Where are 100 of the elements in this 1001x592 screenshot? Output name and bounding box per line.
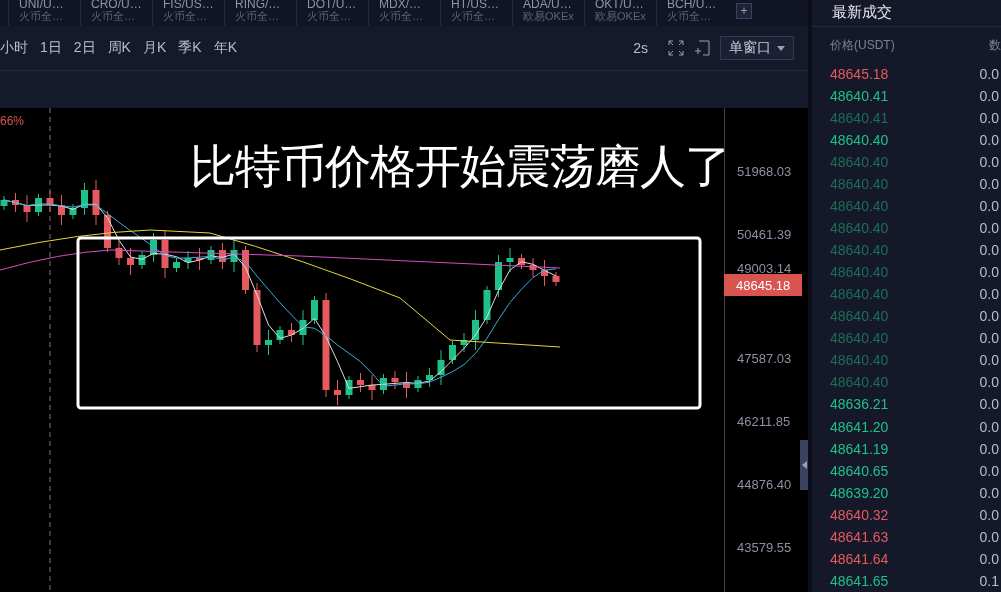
refresh-interval-button[interactable]: 2s xyxy=(627,39,654,57)
price-change: 66% xyxy=(0,114,25,128)
trade-quantity: 0.0 xyxy=(979,109,999,126)
market-tab[interactable]: DOT/U… 火币全… xyxy=(296,0,368,26)
trade-price: 48645.18 xyxy=(830,65,889,82)
trade-price: 48641.64 xyxy=(830,550,889,567)
candlestick xyxy=(207,245,215,265)
market-tab[interactable]: HT/US… 火币全… xyxy=(440,0,512,26)
candlestick xyxy=(426,367,433,388)
candlestick xyxy=(495,254,502,298)
market-tab[interactable]: CRO/U… 火币全… xyxy=(80,0,152,26)
interval-button[interactable]: 年K xyxy=(207,39,243,57)
price-axis-label: 47587.03 xyxy=(737,351,792,366)
candlestick xyxy=(115,240,123,266)
market-tab[interactable]: RING/… 火币全… xyxy=(224,0,296,26)
pair-name: FIS/US… xyxy=(163,0,215,10)
interval-button[interactable]: 周K xyxy=(101,39,137,57)
market-tab[interactable]: MDX/… 火币全… xyxy=(368,0,440,26)
candlestick xyxy=(173,257,180,273)
pair-name: RING/… xyxy=(235,0,282,10)
trade-price: 48640.65 xyxy=(830,462,889,479)
candlestick xyxy=(414,375,422,393)
window-mode-dropdown[interactable]: 单窗口 xyxy=(720,36,794,60)
trade-quantity: 0.0 xyxy=(979,374,999,391)
interval-button[interactable]: 月K xyxy=(136,39,173,57)
candlestick xyxy=(150,232,157,263)
column-header: 数 xyxy=(989,36,1001,54)
candlestick xyxy=(0,195,8,211)
trade-quantity: 0.0 xyxy=(979,65,999,82)
trade-price: 48640.40 xyxy=(830,176,889,192)
trade-price: 48640.40 xyxy=(830,153,889,170)
trade-quantity: 0.0 xyxy=(979,286,999,303)
candlestick xyxy=(529,257,537,278)
exchange-name: 火币全… xyxy=(19,10,64,22)
pair-name: BCH/U… xyxy=(667,0,718,10)
trade-quantity: 0.0 xyxy=(979,484,999,501)
candlestick xyxy=(276,325,284,345)
add-window-icon[interactable] xyxy=(694,40,710,56)
candlestick xyxy=(345,375,353,400)
last-price-tag: 48645.18 xyxy=(724,274,802,296)
trade-quantity: 0.0 xyxy=(979,396,999,413)
candlestick xyxy=(92,179,100,226)
interval-button[interactable]: 小时 xyxy=(0,39,34,57)
candlestick xyxy=(35,193,42,217)
exchange-name: 火币全… xyxy=(235,10,280,22)
candlestick xyxy=(311,295,318,325)
price-axis-label: 43579.55 xyxy=(737,540,792,555)
candlestick xyxy=(506,247,514,273)
trade-price: 48640.32 xyxy=(830,506,889,523)
trade-quantity: 0.0 xyxy=(979,87,999,104)
interval-button[interactable]: 季K xyxy=(172,39,208,57)
trade-quantity: 0.0 xyxy=(979,418,999,435)
candlestick xyxy=(196,247,203,271)
candlestick xyxy=(368,374,376,401)
exchange-name: 火币全… xyxy=(163,10,208,22)
trade-price: 48640.41 xyxy=(830,87,889,104)
exchange-name: 火币全… xyxy=(307,10,352,22)
candlestick xyxy=(334,379,341,406)
collapse-handle[interactable] xyxy=(800,440,808,490)
price-axis-label: 46211.85 xyxy=(737,414,791,429)
pair-name: OKT/U… xyxy=(595,0,645,10)
trade-quantity: 0.1 xyxy=(979,572,999,589)
add-tab-button[interactable]: + xyxy=(736,3,752,19)
trade-price: 48640.40 xyxy=(830,131,889,148)
trade-price: 48640.41 xyxy=(830,109,889,126)
price-axis-label: 50461.39 xyxy=(737,227,792,242)
fullscreen-icon[interactable] xyxy=(668,40,684,56)
trade-price: 48640.40 xyxy=(830,286,889,303)
trade-price: 48640.40 xyxy=(830,330,889,347)
candlestick xyxy=(81,182,88,216)
candlestick xyxy=(219,242,226,270)
exchange-name: 火币全… xyxy=(379,10,424,22)
candlestick xyxy=(253,282,261,353)
trade-price: 48640.40 xyxy=(830,374,889,391)
trade-price: 48640.40 xyxy=(830,352,889,369)
trade-quantity: 0.0 xyxy=(979,176,999,192)
candlestick xyxy=(161,229,169,279)
trade-quantity: 0.0 xyxy=(979,264,999,281)
price-axis-label: 51968.03 xyxy=(737,164,792,179)
candlestick xyxy=(403,371,410,399)
trade-quantity: 0.0 xyxy=(979,198,999,215)
interval-button[interactable]: 2日 xyxy=(67,39,102,57)
candlestick xyxy=(127,247,134,276)
market-tab[interactable]: BCH/U… 火币全… xyxy=(656,0,728,26)
trade-quantity: 0.0 xyxy=(979,528,999,545)
market-tab[interactable]: OKT/U… 欧易OKEx xyxy=(584,0,656,26)
market-tab[interactable]: FIS/US… 火币全… xyxy=(152,0,224,26)
trade-price: 48636.21 xyxy=(830,396,889,413)
trade-quantity: 0.0 xyxy=(979,440,999,457)
caption-text: 比特币价格开始震荡磨人了 xyxy=(190,139,730,194)
panel-title: 最新成交 xyxy=(812,0,1001,28)
candlestick xyxy=(483,285,491,325)
market-tab[interactable]: ADA/U… 欧易OKEx xyxy=(512,0,584,26)
interval-button[interactable]: 1日 xyxy=(34,39,68,57)
market-tab[interactable]: UNI/U… 火币全… xyxy=(8,0,80,26)
column-header: 价格(USDT) xyxy=(830,36,895,54)
trade-quantity: 0.0 xyxy=(979,242,999,259)
candlestick xyxy=(288,322,295,343)
candlestick xyxy=(69,203,77,220)
exchange-name: 欧易OKEx xyxy=(523,10,575,22)
